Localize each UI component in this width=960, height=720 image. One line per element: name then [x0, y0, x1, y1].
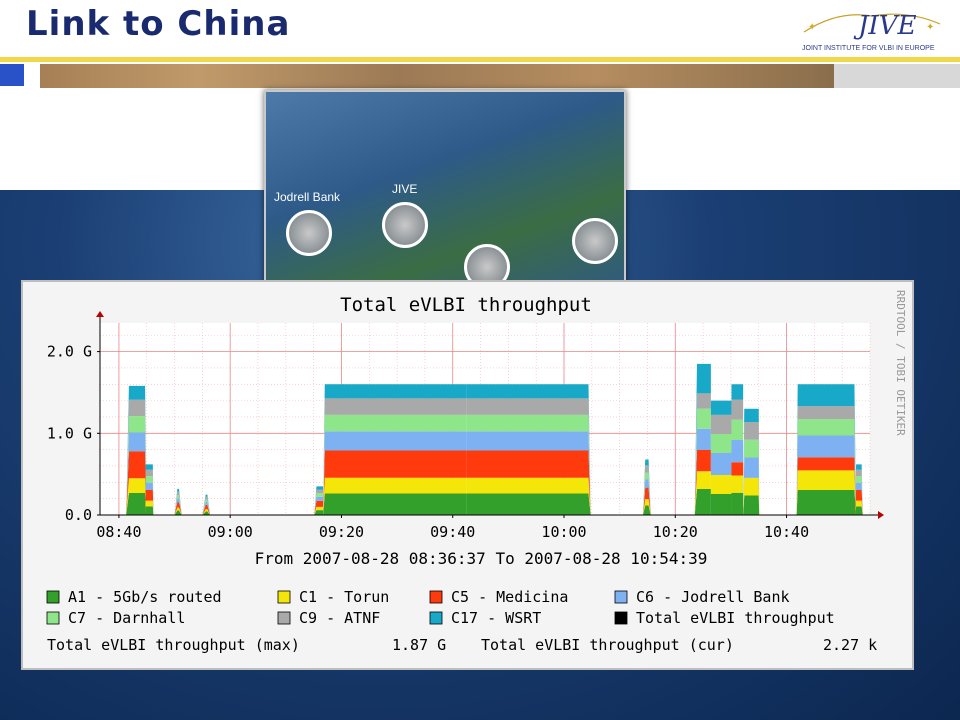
- logo-name: JIVE: [853, 11, 916, 41]
- area-a1-segment-9: [710, 494, 732, 515]
- legend-label: C17 - WSRT: [451, 609, 541, 627]
- svg-text:✦: ✦: [808, 22, 816, 33]
- slide-title: Link to China: [26, 4, 291, 44]
- chart-side-label: RRDTOOL / TOBI OETIKER: [894, 290, 907, 436]
- accent-square: [0, 64, 24, 86]
- x-tick-label: 10:20: [653, 523, 698, 541]
- x-tick-label: 09:40: [430, 523, 475, 541]
- area-a1-segment-13: [854, 506, 863, 515]
- legend-label: C1 - Torun: [299, 588, 389, 606]
- header-strip-end: [834, 64, 960, 88]
- legend-swatch: [277, 590, 291, 604]
- legend-label: C5 - Medicina: [451, 588, 568, 606]
- radio-telescope-icon: [572, 218, 618, 264]
- legend-label: C6 - Jodrell Bank: [636, 588, 790, 606]
- title-underline: [0, 57, 960, 62]
- x-axis-arrow: [878, 511, 884, 519]
- radio-telescope-icon: [286, 210, 332, 256]
- area-a1-segment-6: [466, 493, 591, 515]
- x-tick-label: 10:00: [541, 523, 586, 541]
- site-label-jodrell-bank: Jodrell Bank: [274, 190, 341, 204]
- y-tick-label: 1.0 G: [47, 424, 92, 442]
- terrain-map-strip: [40, 64, 834, 88]
- legend-swatch: [46, 611, 60, 625]
- stat-cur-label: Total eVLBI throughput (cur): [481, 636, 734, 654]
- europe-network-map: Jodrell Bank JIVE: [264, 90, 626, 294]
- area-a1-segment-1: [145, 506, 154, 515]
- logo-subtitle: JOINT INSTITUTE FOR VLBI IN EUROPE: [802, 45, 935, 52]
- legend-swatch: [277, 611, 291, 625]
- area-a1-segment-10: [731, 492, 744, 515]
- area-a1-segment-0: [126, 492, 147, 515]
- svg-text:✦: ✦: [926, 22, 934, 33]
- area-a1-segment-12: [796, 489, 857, 515]
- stat-max-label: Total eVLBI throughput (max): [47, 636, 300, 654]
- legend-label: C9 - ATNF: [299, 609, 380, 627]
- y-tick-label: 2.0 G: [47, 343, 92, 361]
- throughput-chart: Total eVLBI throughput RRDTOOL / TOBI OE…: [46, 290, 907, 654]
- site-label-jive: JIVE: [392, 182, 418, 196]
- legend-label: Total eVLBI throughput: [636, 609, 835, 627]
- legend-swatch: [614, 590, 628, 604]
- x-tick-label: 09:00: [208, 523, 253, 541]
- x-tick-label: 08:40: [96, 523, 141, 541]
- area-a1-segment-11: [743, 495, 760, 515]
- x-tick-label: 10:40: [764, 523, 809, 541]
- x-tick-label: 09:20: [319, 523, 364, 541]
- area-a1-segment-8: [694, 489, 711, 515]
- chart-title: Total eVLBI throughput: [340, 294, 592, 316]
- legend-label: A1 - 5Gb/s routed: [68, 588, 222, 606]
- chart-period: From 2007-08-28 08:36:37 To 2007-08-28 1…: [255, 549, 708, 568]
- stat-cur-value: 2.27 k: [823, 636, 877, 654]
- legend-label: C7 - Darnhall: [68, 609, 185, 627]
- legend-swatch: [46, 590, 60, 604]
- legend-swatch: [429, 590, 443, 604]
- y-axis-arrow: [96, 311, 104, 317]
- jive-logo: ✦ ✦ JIVE JOINT INSTITUTE FOR VLBI IN EUR…: [802, 11, 941, 52]
- legend-swatch: [429, 611, 443, 625]
- stat-max-value: 1.87 G: [392, 636, 446, 654]
- area-a1-segment-5: [323, 493, 467, 515]
- y-tick-label: 0.0: [65, 506, 92, 524]
- jive-correlator-icon: [382, 202, 428, 248]
- legend: A1 - 5Gb/s routed C1 - Torun C5 - Medicina…: [46, 588, 835, 627]
- throughput-graph-panel: Total eVLBI throughput RRDTOOL / TOBI OE…: [21, 280, 914, 670]
- legend-swatch: [614, 611, 628, 625]
